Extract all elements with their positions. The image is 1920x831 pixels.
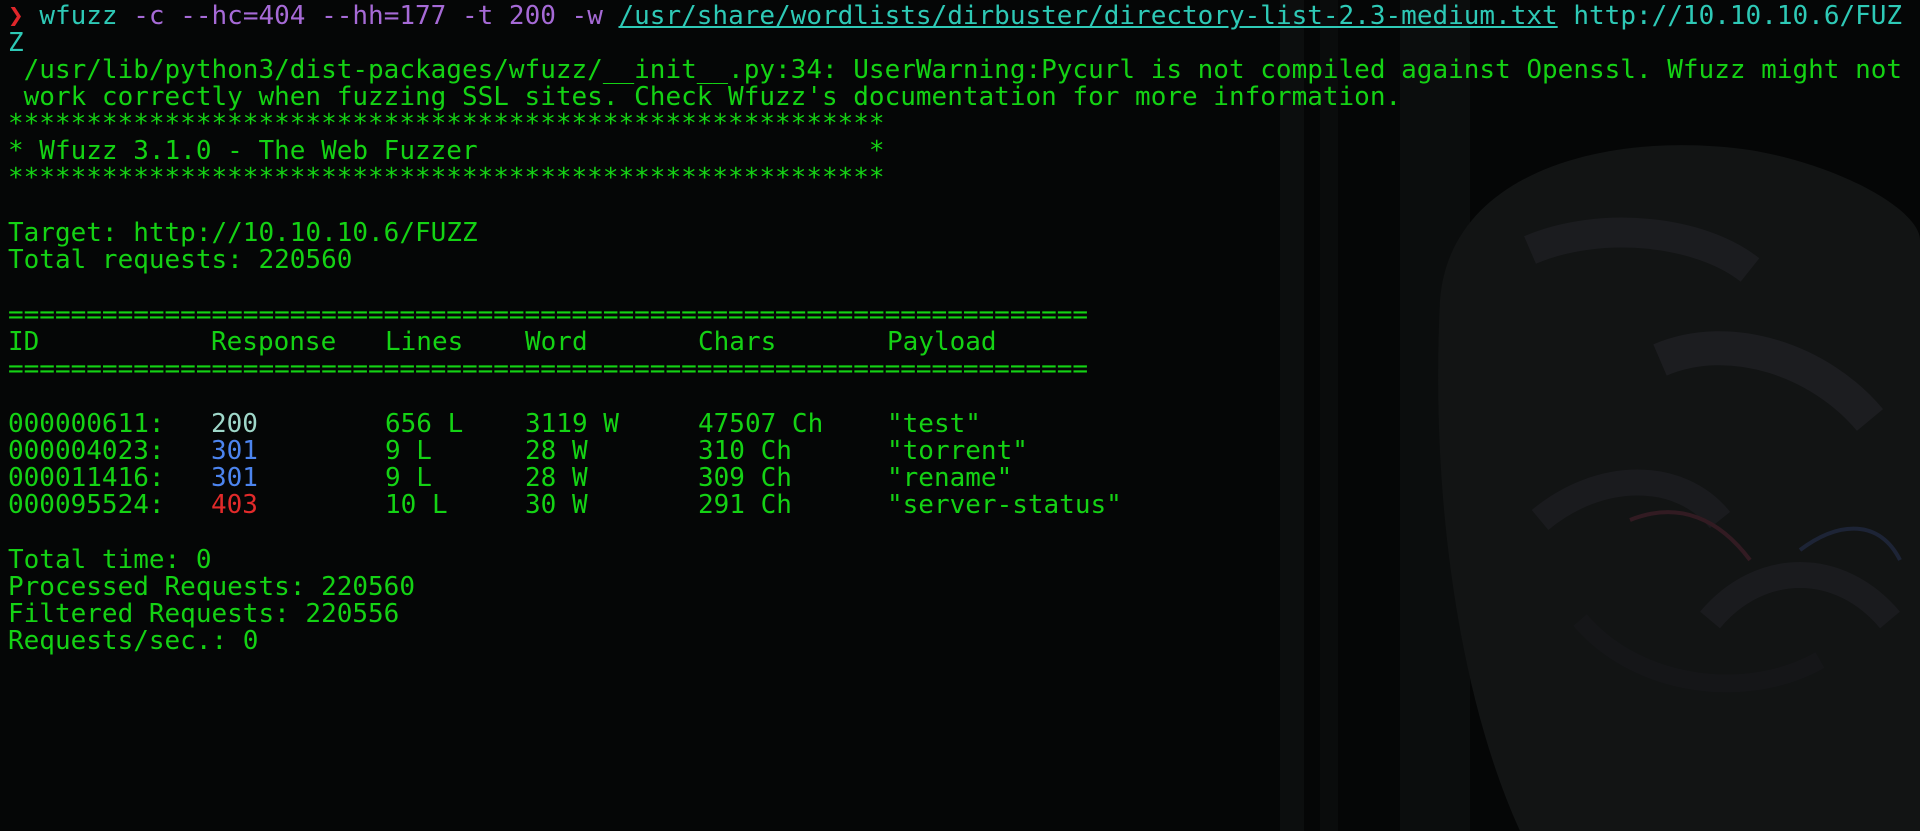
table-row: 000095524: 403 10 L 30 W 291 Ch "server-… [8, 489, 1208, 522]
summary-rate: Requests/sec.: 0 [8, 626, 259, 656]
command-url: http://10.10.10.6/FUZ [1573, 1, 1903, 31]
command-line: ❯ wfuzz -c --hc=404 --hh=177 -t 200 -w /… [8, 0, 1902, 33]
command-program: wfuzz [39, 1, 118, 31]
row-payload: "server-status" [887, 490, 1122, 520]
wordlist-path[interactable]: /usr/share/wordlists/dirbuster/directory… [619, 1, 1558, 31]
row-word: 30 W [525, 490, 588, 520]
row-chars: 291 Ch [698, 490, 792, 520]
command-options: -c --hc=404 --hh=177 -t 200 -w [117, 1, 619, 31]
row-lines: 10 L [385, 490, 448, 520]
total-requests-line: Total requests: 220560 [8, 245, 353, 275]
header-separator-bottom: ========================================… [8, 354, 1089, 384]
row-id: 000095524: [8, 490, 165, 520]
row-response-403: 403 [211, 490, 258, 520]
banner-bottom-border: ****************************************… [8, 163, 885, 193]
terminal-output: ❯ wfuzz -c --hc=404 --hh=177 -t 200 -w /… [8, 0, 1913, 831]
